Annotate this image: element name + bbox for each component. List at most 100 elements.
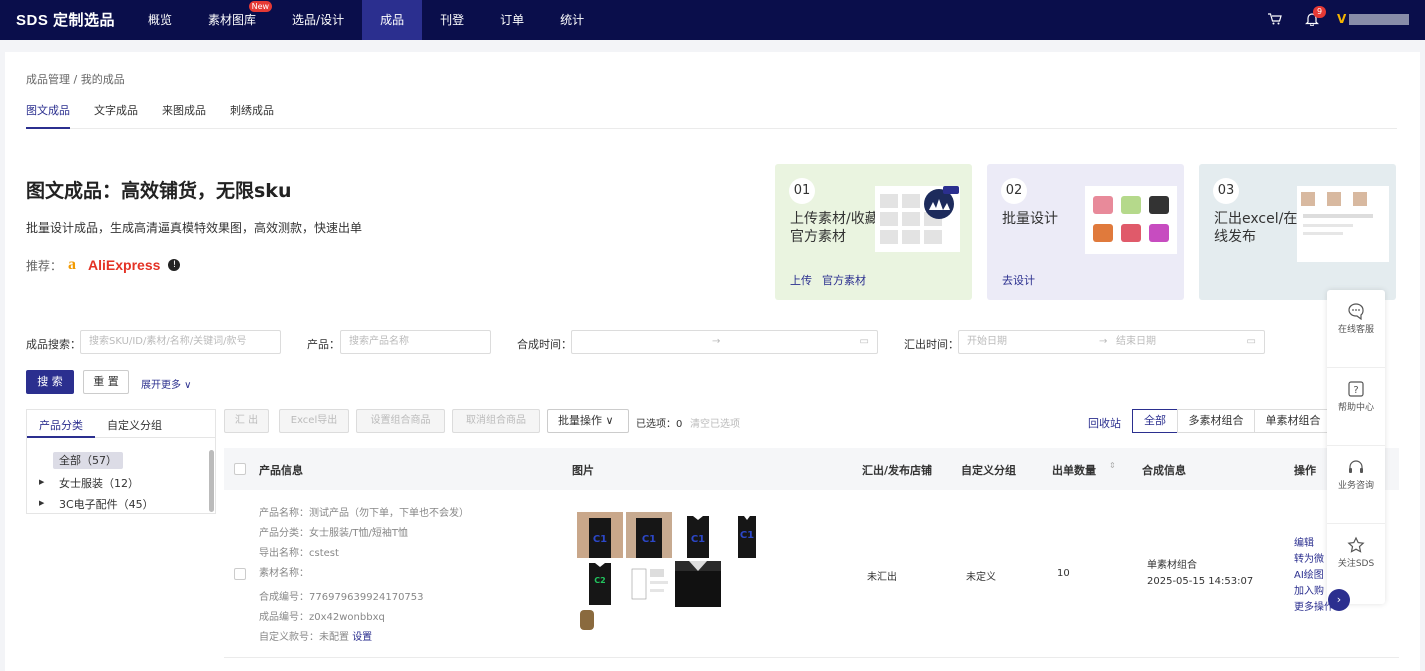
svg-text:?: ? — [1353, 385, 1358, 396]
set-combo-button[interactable]: 设置组合商品 — [356, 409, 445, 433]
tree-scrollbar[interactable] — [209, 450, 214, 512]
step-number: 03 — [1213, 178, 1239, 204]
tree-node-women-clothing[interactable]: 女士服装（12） — [59, 475, 139, 491]
go-design-link[interactable]: 去设计 — [1002, 274, 1035, 287]
sidebar-label: 在线客服 — [1337, 325, 1374, 335]
tab-custom-group[interactable]: 自定义分组 — [95, 410, 174, 438]
calendar-icon: ▭ — [1246, 336, 1256, 347]
help-center-button[interactable]: ? 帮助中心 — [1327, 368, 1385, 446]
aliexpress-logo[interactable]: AliExpress — [88, 257, 160, 273]
sds-logo[interactable]: SDS 定制选品 — [16, 9, 115, 30]
range-separator: → — [1099, 336, 1108, 347]
reset-button[interactable]: 重 置 — [83, 370, 129, 394]
set-style-no-link[interactable]: 设置 — [352, 632, 372, 643]
tab-image-text[interactable]: 图文成品 — [26, 104, 70, 129]
header-compose-info: 合成信息 — [1142, 464, 1186, 477]
info-product-name: 产品名称：测试产品（勿下单，下单也不会发） — [259, 504, 469, 519]
tab-text[interactable]: 文字成品 — [94, 104, 138, 129]
nav-select-design[interactable]: 选品/设计 — [274, 0, 362, 40]
compose-time-label: 合成时间： — [517, 338, 572, 351]
nav-finished-products[interactable]: 成品 — [362, 0, 423, 40]
official-material-link[interactable]: 官方素材 — [822, 274, 866, 287]
info-value: 女士服装/T恤/短袖T恤 — [309, 528, 408, 539]
amazon-logo[interactable]: a — [68, 256, 76, 274]
category-tree-panel: 产品分类 自定义分组 全部（57） ▶ 女士服装（12） ▶ 3C电子配件（45… — [26, 409, 216, 514]
range-separator: → — [712, 336, 721, 347]
svg-text:C2: C2 — [594, 576, 605, 585]
info-value: cstest — [309, 548, 339, 559]
user-name-masked[interactable] — [1349, 14, 1409, 25]
excel-export-button[interactable]: Excel导出 — [279, 409, 349, 433]
order-count-value[interactable]: 10 — [1057, 568, 1070, 579]
svg-text:C1: C1 — [593, 534, 607, 545]
cancel-combo-button[interactable]: 取消组合商品 — [452, 409, 540, 433]
tree-node-all-label: 全部（57） — [53, 452, 123, 469]
step-card-export: 03 汇出excel/在线发布 — [1199, 164, 1396, 300]
bulk-operation-dropdown[interactable]: 批量操作 ∨ — [547, 409, 629, 433]
row-checkbox[interactable] — [234, 568, 246, 580]
nav-material-library-label: 素材图库 — [208, 13, 257, 27]
sidebar-label: 业务咨询 — [1337, 481, 1374, 491]
upload-link[interactable]: 上传 — [790, 274, 812, 287]
star-icon — [1347, 536, 1365, 553]
cart-icon[interactable] — [1268, 13, 1282, 25]
tree-node-3c-accessories[interactable]: 3C电子配件（45） — [59, 496, 154, 512]
recycle-bin-link[interactable]: 回收站 — [1088, 415, 1121, 431]
search-button[interactable]: 搜 索 — [26, 370, 74, 394]
edit-link[interactable]: 编辑 — [1294, 534, 1314, 549]
step-title: 批量设计 — [1002, 211, 1058, 227]
nav-material-library[interactable]: 素材图库 New — [190, 0, 274, 40]
info-key: 成品编号： — [259, 612, 309, 623]
info-custom-style-no: 自定义款号：未配置 设置 — [259, 628, 372, 643]
filter-multi-material[interactable]: 多素材组合 — [1177, 409, 1255, 433]
info-value: 776979639924170753 — [309, 592, 424, 603]
export-button[interactable]: 汇 出 — [224, 409, 269, 433]
expand-arrow-icon[interactable]: ▶ — [39, 499, 44, 507]
business-consult-button[interactable]: 业务咨询 — [1327, 446, 1385, 524]
header-order-count[interactable]: 出单数量 — [1052, 462, 1096, 478]
nav-overview[interactable]: 概览 — [130, 0, 190, 40]
floating-service-sidebar: 在线客服 ? 帮助中心 业务咨询 关注SDS — [1327, 290, 1385, 604]
expand-arrow-icon[interactable]: ▶ — [39, 478, 44, 486]
info-export-name: 导出名称：cstest — [259, 544, 339, 559]
collapse-sidebar-button[interactable]: › — [1328, 589, 1350, 611]
tab-product-category[interactable]: 产品分类 — [27, 410, 95, 438]
tab-image-upload[interactable]: 来图成品 — [162, 104, 206, 129]
product-name-input[interactable]: 搜索产品名称 — [340, 330, 491, 354]
filter-all[interactable]: 全部 — [1132, 409, 1178, 433]
product-search-input[interactable]: 搜索SKU/ID/素材/名称/关键词/款号 — [80, 330, 281, 354]
nav-statistics[interactable]: 统计 — [542, 0, 602, 40]
nav-listing[interactable]: 刊登 — [422, 0, 482, 40]
product-image[interactable]: C2 — [577, 561, 623, 607]
filter-single-material[interactable]: 单素材组合 — [1254, 409, 1332, 433]
info-value: 未配置 — [319, 632, 349, 643]
select-all-checkbox[interactable] — [234, 463, 246, 475]
export-time-range[interactable]: 开始日期 → 结束日期 ▭ — [958, 330, 1265, 354]
online-service-button[interactable]: 在线客服 — [1327, 290, 1385, 368]
upload-illustration — [875, 186, 960, 252]
convert-link[interactable]: 转为微 — [1294, 550, 1324, 565]
product-image[interactable]: C1 — [675, 512, 721, 558]
product-image[interactable]: C1 — [577, 512, 623, 558]
clear-selection-link[interactable]: 清空已选项 — [690, 415, 740, 430]
sort-icon[interactable]: ⇕ — [1109, 461, 1116, 470]
expand-more-link[interactable]: 展开更多 ∨ — [141, 376, 192, 391]
add-to-cart-link[interactable]: 加入购 — [1294, 582, 1324, 597]
nav-orders[interactable]: 订单 — [482, 0, 542, 40]
product-image[interactable]: C1 — [626, 512, 672, 558]
header-image: 图片 — [572, 464, 594, 477]
product-image[interactable]: C1 — [724, 512, 770, 558]
product-image[interactable] — [580, 610, 594, 630]
compose-time-range[interactable]: → ▭ — [571, 330, 878, 354]
tree-node-all[interactable]: 全部（57） — [53, 452, 123, 469]
info-icon[interactable]: ! — [168, 259, 181, 271]
tab-embroidery[interactable]: 刺绣成品 — [230, 104, 274, 129]
start-date-placeholder: 开始日期 — [967, 336, 1007, 347]
sidebar-label: 关注SDS — [1337, 559, 1375, 569]
product-image[interactable] — [626, 561, 672, 607]
header-custom-group: 自定义分组 — [961, 464, 1016, 477]
info-key: 自定义款号： — [259, 632, 319, 643]
product-image[interactable] — [675, 561, 721, 607]
ai-draw-link[interactable]: AI绘图 — [1294, 566, 1324, 581]
table-row: 产品名称：测试产品（勿下单，下单也不会发） 产品分类：女士服装/T恤/短袖T恤 … — [224, 490, 1399, 658]
